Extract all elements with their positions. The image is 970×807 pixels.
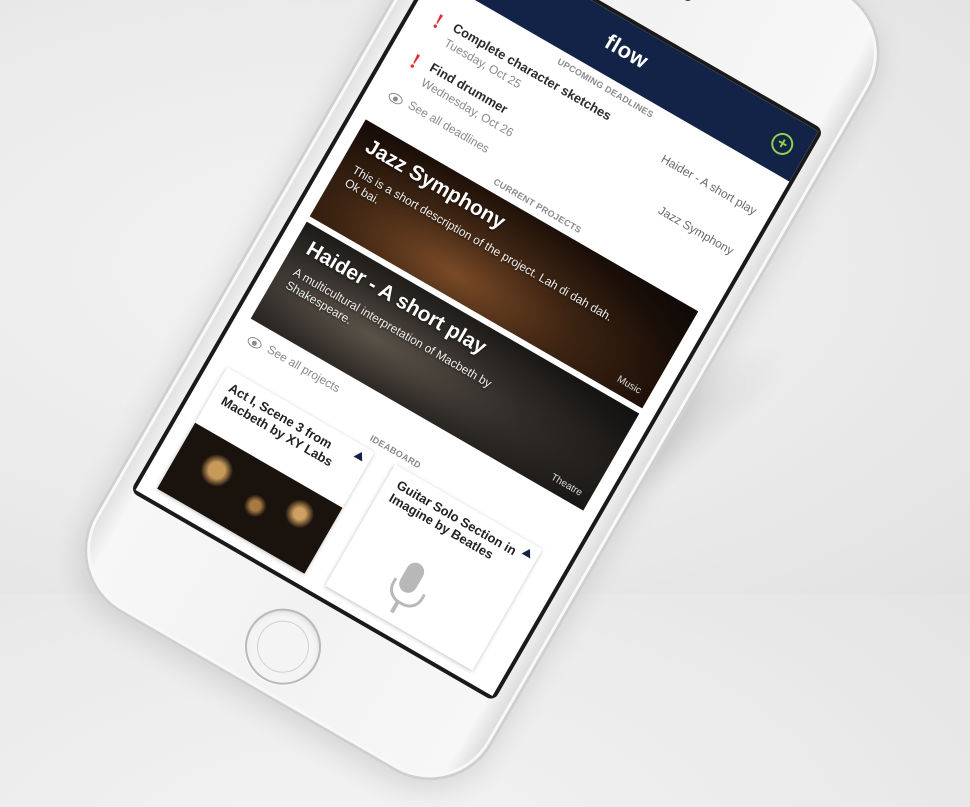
see-all-projects-link[interactable]: See all projects	[244, 331, 343, 395]
scene: flow + UPCOMING DEADLINES ! Complete cha…	[0, 0, 970, 807]
see-all-deadlines-link[interactable]: See all deadlines	[385, 87, 492, 156]
home-button-ring	[247, 611, 318, 682]
earpiece-speaker	[637, 0, 694, 3]
microphone-icon-stem	[389, 601, 400, 614]
project-category-tag: Music	[614, 373, 644, 397]
eye-icon	[386, 90, 405, 107]
alert-icon: !	[405, 48, 425, 74]
idea-card-macbeth[interactable]: Act I, Scene 3 from Macbeth by XY Labs	[157, 367, 375, 574]
app-screen: flow + UPCOMING DEADLINES ! Complete cha…	[135, 0, 819, 696]
eye-icon	[245, 334, 264, 351]
idea-card-guitar-solo[interactable]: Guitar Solo Section in Imagine by Beatle…	[325, 464, 543, 671]
bookmark-icon	[353, 449, 367, 462]
project-category-tag: Theatre	[548, 471, 585, 499]
alert-icon: !	[428, 8, 448, 34]
home-button[interactable]	[231, 594, 335, 699]
bookmark-icon	[521, 546, 535, 559]
